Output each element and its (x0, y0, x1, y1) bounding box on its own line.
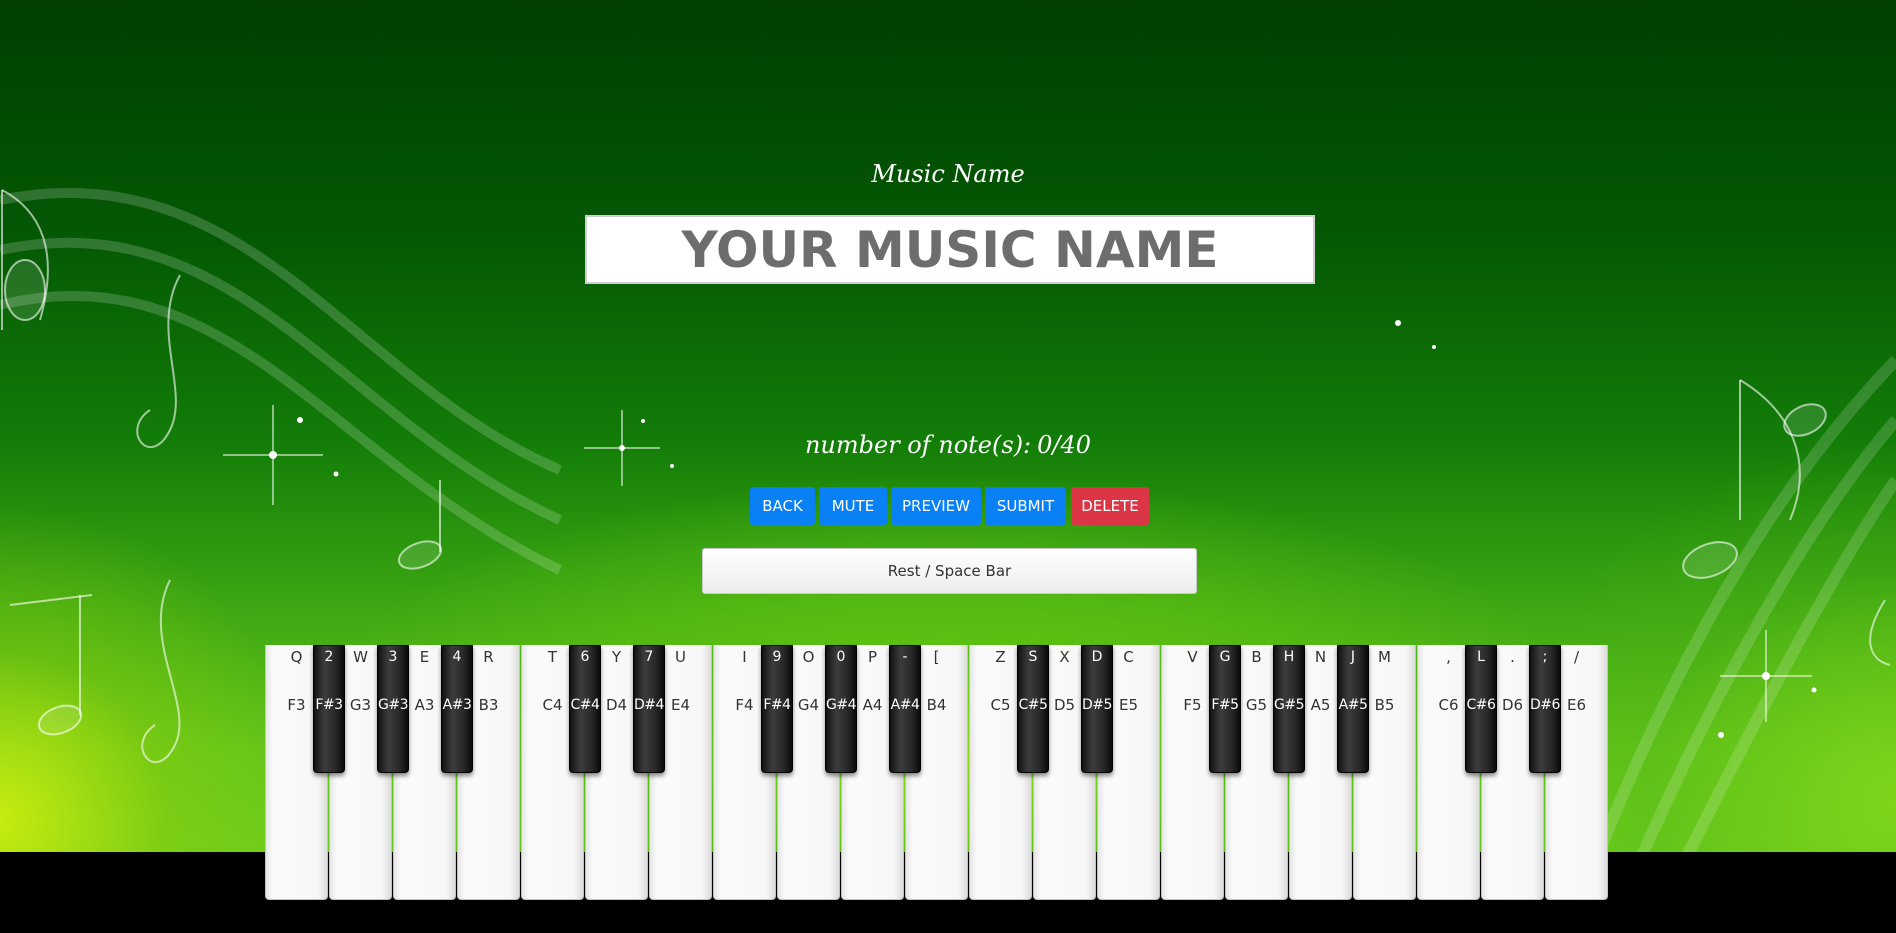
black-key-a-sharp3[interactable]: 4 A#3 (441, 645, 473, 773)
black-key-d-sharp5[interactable]: D D#5 (1081, 645, 1113, 773)
key-note-label: F#3 (315, 697, 343, 713)
key-shortcut-label: 2 (324, 649, 334, 665)
rest-button[interactable]: Rest / Space Bar (702, 548, 1197, 594)
key-note-label: G#5 (1274, 697, 1305, 713)
key-note-label: G#3 (378, 697, 409, 713)
black-key-f-sharp5[interactable]: G F#5 (1209, 645, 1241, 773)
key-shortcut-label: 7 (644, 649, 654, 665)
black-key-a-sharp4[interactable]: - A#4 (889, 645, 921, 773)
key-shortcut-label: L (1477, 649, 1485, 665)
note-count: number of note(s): 0/40 (0, 431, 1896, 459)
black-key-c-sharp5[interactable]: S C#5 (1017, 645, 1049, 773)
music-name-input[interactable] (585, 215, 1315, 284)
note-count-value: 0/40 (1037, 431, 1092, 459)
black-key-f-sharp3[interactable]: 2 F#3 (313, 645, 345, 773)
key-note-label: G#4 (826, 697, 857, 713)
key-note-label: A#3 (442, 697, 472, 713)
black-key-f-sharp4[interactable]: 9 F#4 (761, 645, 793, 773)
black-key-g-sharp5[interactable]: H G#5 (1273, 645, 1305, 773)
key-shortcut-label: 3 (388, 649, 398, 665)
key-shortcut-label: 6 (580, 649, 590, 665)
key-note-label: F#4 (763, 697, 791, 713)
key-note-label: A#5 (1338, 697, 1368, 713)
key-note-label: C#6 (1466, 697, 1496, 713)
key-shortcut-label: ; (1542, 649, 1548, 665)
key-shortcut-label: 9 (772, 649, 782, 665)
key-shortcut-label: 0 (836, 649, 846, 665)
key-note-label: A#4 (890, 697, 920, 713)
black-key-g-sharp3[interactable]: 3 G#3 (377, 645, 409, 773)
key-shortcut-label: D (1091, 649, 1103, 665)
key-shortcut-label: 4 (452, 649, 462, 665)
black-key-d-sharp4[interactable]: 7 D#4 (633, 645, 665, 773)
submit-button[interactable]: SUBMIT (985, 487, 1066, 525)
key-note-label: D#5 (1082, 697, 1112, 713)
preview-button[interactable]: PREVIEW (891, 487, 981, 525)
key-shortcut-label: H (1283, 649, 1295, 665)
black-key-g-sharp4[interactable]: 0 G#4 (825, 645, 857, 773)
piano-keyboard: Q F3 W G3 E A3 R B3 T C4 Y D4 U E4 I F4 O G4 P A4[B4 Z C5 X D5 C… (265, 645, 1609, 900)
back-button[interactable]: BACK (750, 487, 815, 525)
action-buttons: BACK MUTE PREVIEW SUBMIT DELETE (0, 487, 1896, 525)
key-note-label: C#5 (1018, 697, 1048, 713)
key-shortcut-label: G (1219, 649, 1231, 665)
black-key-a-sharp5[interactable]: J A#5 (1337, 645, 1369, 773)
music-name-label: Music Name (871, 160, 1025, 188)
key-note-label: C#4 (570, 697, 600, 713)
key-shortcut-label: J (1350, 649, 1356, 665)
key-note-label: D#4 (634, 697, 664, 713)
key-shortcut-label: S (1028, 649, 1038, 665)
black-key-c-sharp6[interactable]: L C#6 (1465, 645, 1497, 773)
key-note-label: F#5 (1211, 697, 1239, 713)
key-note-label: D#6 (1530, 697, 1560, 713)
mute-button[interactable]: MUTE (819, 487, 887, 525)
black-key-c-sharp4[interactable]: 6 C#4 (569, 645, 601, 773)
delete-button[interactable]: DELETE (1071, 487, 1149, 525)
note-count-label: number of note(s): (804, 431, 1032, 459)
black-key-d-sharp6[interactable]: ; D#6 (1529, 645, 1561, 773)
key-shortcut-label: - (902, 649, 908, 665)
